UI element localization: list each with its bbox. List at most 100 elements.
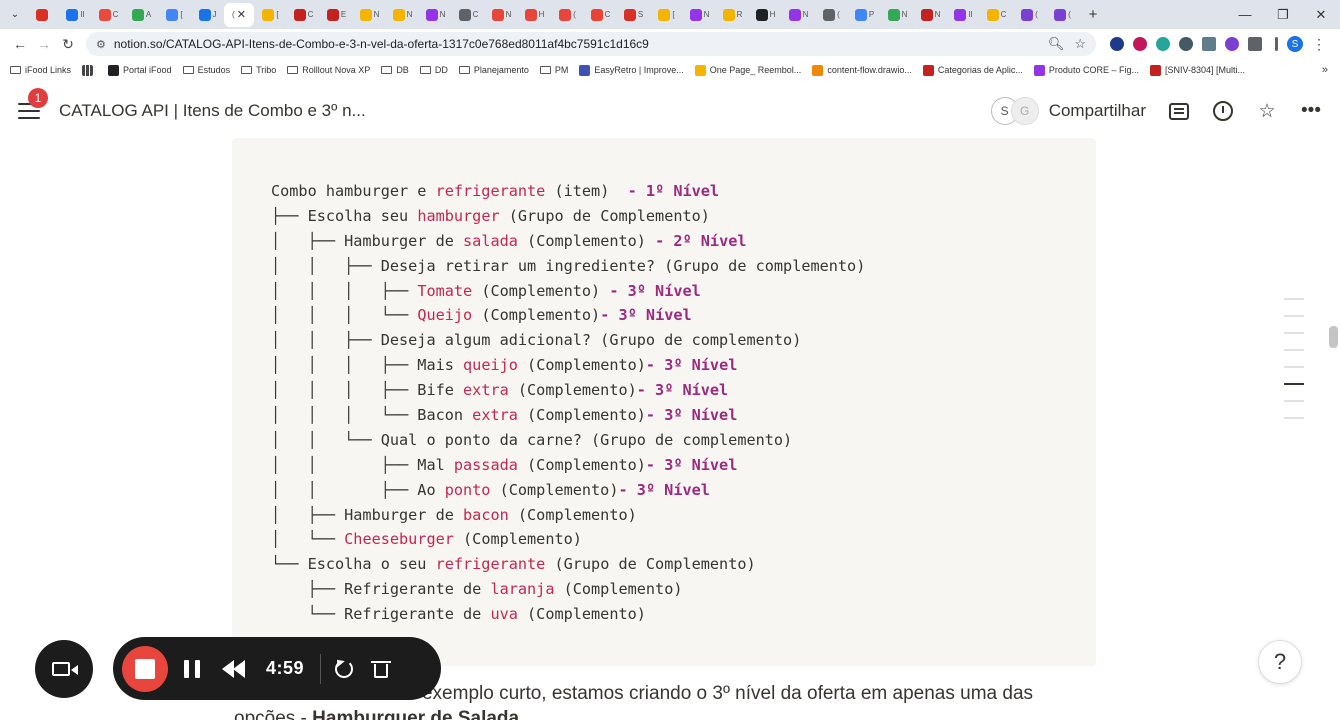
tab-active[interactable]: ( ✕ <box>224 2 254 27</box>
close-window-button[interactable]: ✕ <box>1302 7 1340 23</box>
bookmark-item[interactable]: Portal iFood <box>108 64 172 76</box>
bookmark-item[interactable]: DD <box>419 65 448 75</box>
browser-tab[interactable]: C <box>287 3 320 27</box>
browser-tab[interactable]: [ <box>158 3 191 27</box>
stop-recording-button[interactable] <box>122 645 168 692</box>
restart-icon[interactable] <box>335 659 354 678</box>
browser-tab[interactable]: N <box>881 3 914 27</box>
bookmark-item[interactable]: EasyRetro | Improve... <box>579 64 684 76</box>
browser-tab[interactable]: N <box>914 3 947 27</box>
bookmark-item[interactable]: [SNIV-8304] [Multi... <box>1149 64 1245 76</box>
extension-icon[interactable] <box>1156 37 1170 51</box>
outline-mark-current[interactable] <box>1284 383 1304 385</box>
bookmark-item[interactable]: Categorias de Aplic... <box>922 64 1023 76</box>
browser-tab[interactable]: J <box>191 3 224 27</box>
browser-tab[interactable]: N <box>353 3 386 27</box>
extension-icon[interactable] <box>1110 37 1124 51</box>
outline-mark[interactable] <box>1284 400 1304 402</box>
browser-tab[interactable]: S <box>617 3 650 27</box>
bookmark-item[interactable]: Rolllout Nova XP <box>287 65 370 75</box>
share-button[interactable]: Compartilhar <box>1049 101 1146 121</box>
browser-tab[interactable]: A <box>125 3 158 27</box>
bookmark-item[interactable]: PM <box>539 65 568 75</box>
rewind-icon[interactable] <box>222 659 246 678</box>
browser-tab[interactable]: ( <box>551 3 584 27</box>
browser-tab[interactable]: H <box>518 3 551 27</box>
bookmark-item[interactable]: Produto CORE – Fig... <box>1033 64 1139 76</box>
browser-tab[interactable]: P <box>848 3 881 27</box>
restore-button[interactable]: ❐ <box>1264 7 1302 23</box>
collaborator-avatars[interactable]: S G <box>990 97 1039 125</box>
outline-mark[interactable] <box>1284 349 1304 351</box>
bookmark-item[interactable]: Planejamento <box>458 65 529 75</box>
bookmark-item[interactable]: DB <box>381 65 409 75</box>
browser-tab[interactable]: N <box>782 3 815 27</box>
browser-tab[interactable]: ( <box>1013 3 1046 27</box>
page-outline[interactable] <box>1284 298 1304 434</box>
code-block[interactable]: Combo hamburger e refrigerante (item) - … <box>232 138 1096 666</box>
history-clock-icon[interactable] <box>1212 100 1234 122</box>
page-title[interactable]: CATALOG API | Itens de Combo e 3º n... <box>59 101 366 121</box>
outline-mark[interactable] <box>1284 332 1304 334</box>
browser-tab[interactable]: II <box>59 3 92 27</box>
browser-tab[interactable]: C <box>980 3 1013 27</box>
browser-tab[interactable]: II <box>947 3 980 27</box>
profile-avatar[interactable]: S <box>1287 36 1303 52</box>
new-tab-button[interactable]: + <box>1081 6 1105 23</box>
browser-tab[interactable]: N <box>386 3 419 27</box>
pause-icon[interactable] <box>184 659 200 678</box>
browser-tab[interactable]: [ <box>650 3 683 27</box>
site-info-icon[interactable]: ⚙ <box>96 38 106 51</box>
extension-icon[interactable] <box>1225 37 1239 51</box>
browser-tab[interactable]: N <box>683 3 716 27</box>
delete-trash-icon[interactable] <box>371 660 392 678</box>
camera-toggle-button[interactable] <box>35 640 93 698</box>
bookmark-item[interactable]: Tribo <box>241 65 276 75</box>
browser-tab[interactable]: ( <box>815 3 848 27</box>
address-bar[interactable]: ⚙ notion.so/CATALOG-API-Itens-de-Combo-e… <box>86 32 1096 56</box>
extensions-puzzle-icon[interactable] <box>1248 37 1262 51</box>
favorite-star-icon[interactable]: ☆ <box>1256 100 1278 122</box>
browser-tab[interactable]: ( <box>1046 3 1079 27</box>
outline-mark[interactable] <box>1284 315 1304 317</box>
extension-icon[interactable] <box>1133 37 1147 51</box>
bookmark-star-icon[interactable]: ☆ <box>1074 36 1086 52</box>
avatar[interactable]: G <box>1010 97 1039 125</box>
zoom-icon[interactable]: 🔍︎ <box>1048 36 1065 52</box>
outline-mark[interactable] <box>1284 298 1304 300</box>
bookmark-item[interactable]: One Page_ Reembol... <box>694 64 801 76</box>
browser-tab[interactable]: N <box>419 3 452 27</box>
extension-icon[interactable] <box>1202 37 1216 51</box>
outline-mark[interactable] <box>1284 417 1304 419</box>
close-tab-icon[interactable]: ✕ <box>237 8 246 21</box>
more-options-icon[interactable]: ••• <box>1300 100 1322 122</box>
minimize-button[interactable]: — <box>1226 7 1264 22</box>
bookmark-item[interactable] <box>82 64 97 76</box>
browser-tab[interactable]: E <box>320 3 353 27</box>
bookmarks-more-button[interactable]: » <box>1322 59 1328 81</box>
browser-tab[interactable]: R <box>716 3 749 27</box>
bookmark-item[interactable]: Estudos <box>182 65 230 75</box>
reload-icon[interactable]: ↻ <box>56 36 80 53</box>
menu-icon[interactable]: 1 <box>18 88 48 119</box>
url-text[interactable]: notion.so/CATALOG-API-Itens-de-Combo-e-3… <box>114 37 1038 51</box>
browser-tab[interactable]: [ <box>254 3 287 27</box>
browser-tab[interactable]: N <box>485 3 518 27</box>
comments-icon[interactable] <box>1168 100 1190 122</box>
bookmark-item[interactable]: content-flow.drawio... <box>812 64 912 76</box>
sidepanel-icon[interactable] <box>1275 37 1278 51</box>
browser-tab[interactable]: C <box>452 3 485 27</box>
tab-search-chevron-icon[interactable]: ⌄ <box>4 4 26 26</box>
bookmark-item[interactable]: iFood Links <box>10 65 71 75</box>
scrollbar-thumb[interactable] <box>1329 326 1338 348</box>
forward-arrow-icon[interactable]: → <box>32 36 56 52</box>
back-arrow-icon[interactable]: ← <box>8 36 32 52</box>
browser-menu-icon[interactable]: ⋮ <box>1312 36 1326 53</box>
browser-tab[interactable]: C <box>92 3 125 27</box>
outline-mark[interactable] <box>1284 366 1304 368</box>
help-button[interactable]: ? <box>1258 640 1302 684</box>
browser-tab[interactable]: H <box>749 3 782 27</box>
browser-tab[interactable] <box>26 3 59 27</box>
browser-tab[interactable]: C <box>584 3 617 27</box>
extension-icon[interactable] <box>1179 37 1193 51</box>
